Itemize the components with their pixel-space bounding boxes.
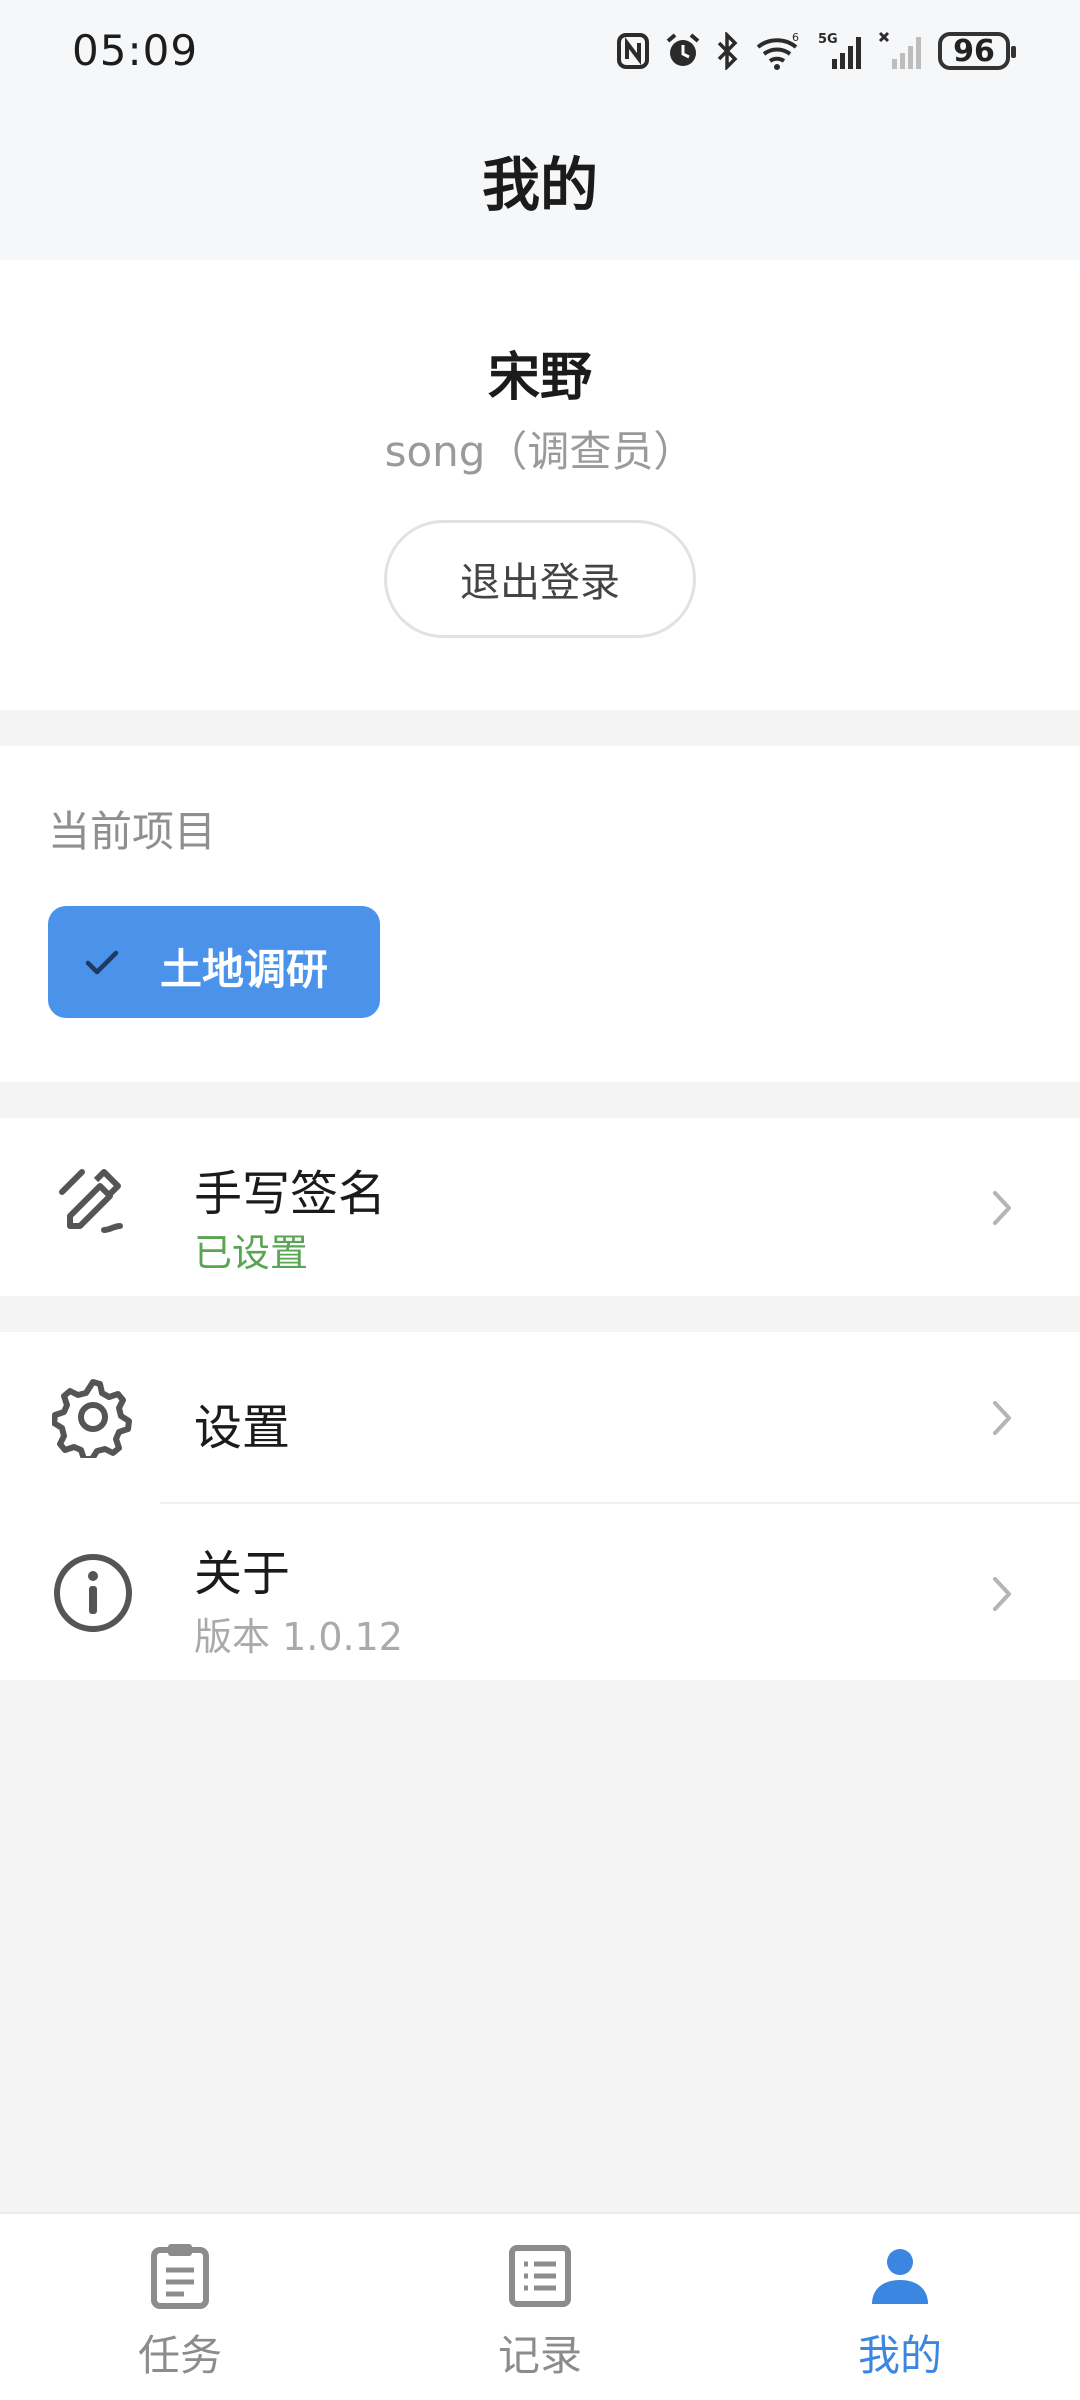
battery-icon: 96 — [938, 32, 1016, 70]
status-icons: 6 5G 96 — [616, 28, 1016, 74]
current-project-card: 当前项目 土地调研 — [0, 746, 1080, 1082]
settings-title: 设置 — [194, 1400, 291, 1456]
chevron-right-icon — [990, 1188, 1014, 1232]
project-chip-label: 土地调研 — [160, 945, 329, 994]
menu-item-about[interactable]: 关于 版本 1.0.12 — [0, 1504, 1080, 1680]
page-title: 我的 — [481, 151, 598, 219]
chevron-right-icon — [990, 1574, 1014, 1618]
svg-text:5G: 5G — [818, 32, 838, 47]
profile-card: 宋野 song（调查员） 退出登录 — [0, 260, 1080, 710]
menu-item-signature[interactable]: 手写签名 已设置 — [0, 1118, 1080, 1296]
nfc-icon — [616, 32, 650, 70]
tab-records-label: 记录 — [497, 2331, 582, 2380]
tab-mine[interactable]: 我的 — [720, 2214, 1080, 2400]
info-icon — [52, 1552, 134, 1638]
clipboard-icon — [146, 2242, 214, 2314]
pen-icon — [52, 1158, 136, 1246]
profile-name: 宋野 — [487, 348, 592, 408]
page-header: 我的 — [0, 100, 1080, 260]
tab-mine-label: 我的 — [857, 2331, 942, 2380]
status-bar: 05:09 6 5G 96 — [0, 0, 1080, 100]
menu-item-settings[interactable]: 设置 — [0, 1332, 1080, 1502]
signal-icon — [878, 31, 924, 71]
gear-icon — [51, 1376, 134, 1462]
bluetooth-icon — [716, 32, 740, 70]
alarm-icon — [664, 32, 702, 70]
svg-text:6: 6 — [792, 31, 799, 44]
wifi-icon: 6 — [754, 31, 804, 71]
signal-5g-icon: 5G — [818, 31, 864, 71]
tab-records[interactable]: 记录 — [360, 2214, 720, 2400]
current-project-label: 当前项目 — [48, 807, 217, 856]
signature-title: 手写签名 — [194, 1166, 387, 1222]
logout-button[interactable]: 退出登录 — [384, 520, 696, 638]
bottom-tab-bar: 任务 记录 我的 — [0, 2212, 1080, 2400]
about-title: 关于 — [194, 1546, 291, 1602]
signature-group: 手写签名 已设置 — [0, 1118, 1080, 1296]
chevron-right-icon — [990, 1398, 1014, 1442]
signature-status: 已设置 — [194, 1231, 309, 1275]
profile-role: song（调查员） — [384, 427, 696, 476]
status-time: 05:09 — [72, 26, 199, 75]
list-icon — [506, 2242, 574, 2314]
check-icon — [82, 942, 122, 986]
person-icon — [866, 2242, 934, 2314]
settings-group: 设置 关于 版本 1.0.12 — [0, 1332, 1080, 1680]
about-version: 版本 1.0.12 — [194, 1615, 403, 1659]
tab-tasks[interactable]: 任务 — [0, 2214, 360, 2400]
tab-tasks-label: 任务 — [137, 2331, 222, 2380]
project-chip[interactable]: 土地调研 — [48, 906, 380, 1018]
